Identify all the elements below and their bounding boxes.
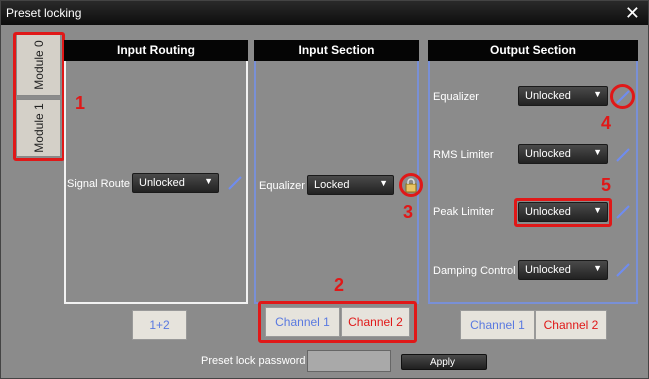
rms-limiter-label: RMS Limiter — [433, 149, 494, 161]
input-channels-highlight — [258, 301, 417, 343]
chevron-down-icon: ▼ — [204, 176, 213, 186]
apply-button[interactable]: Apply — [401, 354, 487, 370]
output-channel-1-button[interactable]: Channel 1 — [460, 310, 535, 340]
annotation-2: 2 — [334, 275, 345, 295]
output-channel-2-button[interactable]: Channel 2 — [535, 310, 607, 340]
module-tabs-highlight — [13, 32, 65, 161]
input-routing-header: Input Routing — [64, 40, 248, 61]
password-label: Preset lock password — [201, 355, 306, 367]
signal-route-dropdown[interactable]: Unlocked ▼ — [132, 173, 219, 193]
pencil-highlight — [610, 84, 635, 109]
signal-route-label: Signal Route — [67, 178, 130, 190]
lock-highlight — [399, 173, 423, 197]
output-equalizer-label: Equalizer — [433, 91, 479, 103]
chevron-down-icon: ▼ — [593, 263, 602, 273]
input-equalizer-value: Locked — [314, 179, 350, 191]
peak-limiter-highlight — [514, 198, 612, 227]
chevron-down-icon: ▼ — [593, 89, 602, 99]
output-equalizer-value: Unlocked — [525, 90, 571, 102]
preset-locking-window: Preset locking ✕ Module 0 Module 1 1 Inp… — [0, 0, 649, 379]
chevron-down-icon: ▼ — [379, 178, 388, 188]
annotation-4: 4 — [601, 113, 612, 133]
pencil-icon[interactable] — [227, 175, 243, 191]
output-equalizer-dropdown[interactable]: Unlocked ▼ — [518, 86, 608, 106]
close-icon[interactable]: ✕ — [625, 3, 640, 23]
window-title: Preset locking — [6, 6, 82, 20]
damping-control-value: Unlocked — [525, 264, 571, 276]
damping-control-label: Damping Control — [433, 265, 516, 277]
pencil-icon[interactable] — [615, 147, 631, 163]
signal-route-value: Unlocked — [139, 177, 185, 189]
password-input[interactable] — [307, 350, 391, 372]
pencil-icon[interactable] — [615, 262, 631, 278]
routing-1plus2-button[interactable]: 1+2 — [132, 310, 187, 340]
input-equalizer-label: Equalizer — [259, 180, 305, 192]
annotation-5: 5 — [601, 175, 612, 195]
damping-control-dropdown[interactable]: Unlocked ▼ — [518, 260, 608, 280]
rms-limiter-value: Unlocked — [525, 148, 571, 160]
pencil-icon[interactable] — [615, 204, 631, 220]
peak-limiter-label: Peak Limiter — [433, 206, 495, 218]
output-section-header: Output Section — [428, 40, 638, 61]
input-section-header: Input Section — [254, 40, 419, 61]
chevron-down-icon: ▼ — [593, 147, 602, 157]
title-bar: Preset locking ✕ — [1, 1, 648, 25]
input-equalizer-dropdown[interactable]: Locked ▼ — [307, 175, 394, 195]
rms-limiter-dropdown[interactable]: Unlocked ▼ — [518, 144, 608, 164]
annotation-3: 3 — [403, 202, 414, 222]
